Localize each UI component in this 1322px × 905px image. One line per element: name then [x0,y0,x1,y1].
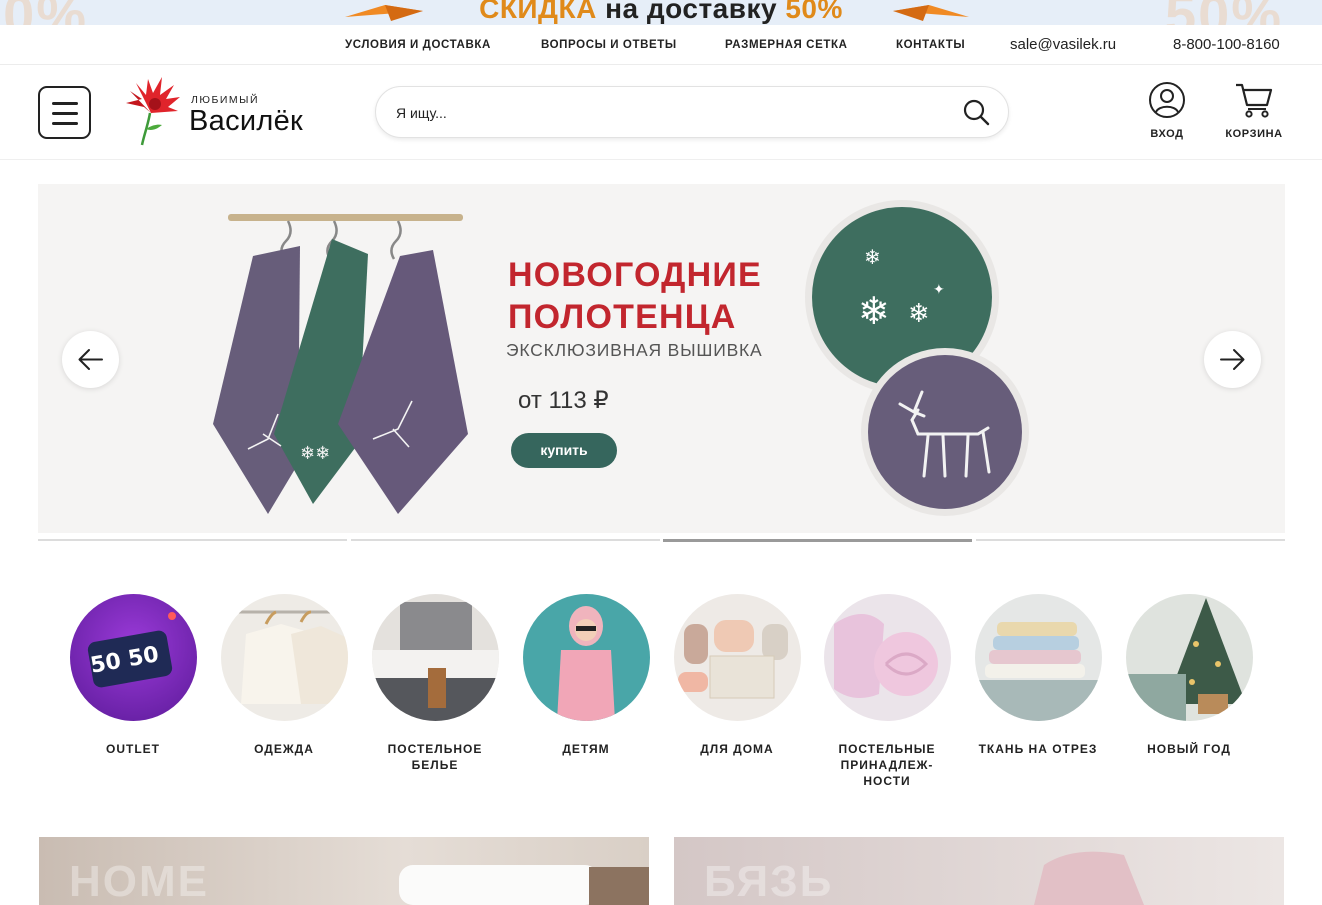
phone-link[interactable]: 8-800-100-8160 [1173,36,1280,53]
category-image [371,594,499,721]
svg-text:❄: ❄ [864,245,881,269]
promo-card-calico[interactable]: БЯЗЬ [674,837,1284,905]
pillow-image [1034,851,1144,905]
category-label: НОВЫЙ ГОД [1147,742,1231,756]
promo-middle: на доставку [596,0,786,24]
category-clothing[interactable]: ОДЕЖДА [214,594,354,757]
cart-label: КОРЗИНА [1225,128,1283,140]
category-label: ОДЕЖДА [254,742,314,756]
category-outlet[interactable]: 50 50 OUTLET [63,594,203,757]
buy-button[interactable]: купить [511,433,617,468]
category-image [974,594,1102,721]
category-label: ПОСТЕЛЬНЫЕ ПРИНАДЛЕЖ- НОСТИ [838,742,936,788]
card-word: БЯЗЬ [704,857,834,905]
svg-text:❄❄: ❄❄ [300,443,330,464]
category-image: 50 50 [69,594,197,721]
slider-prev-button[interactable] [62,331,119,388]
promo-strip[interactable]: 50% 50% СКИДКА на доставку 50% [0,0,1322,25]
towel-image [399,865,649,905]
category-fabric[interactable]: ТКАНЬ НА ОТРЕЗ [968,594,1108,757]
email-link[interactable]: sale@vasilek.ru [1010,36,1116,53]
card-word: HOME [69,857,209,905]
login-button[interactable]: ВХОД [1132,81,1202,140]
site-header: ЛЮБИМЫЙ Василёк ВХОД КОРЗИНА [0,65,1322,160]
promo-card-home[interactable]: HOME [39,837,649,905]
category-image [823,594,951,721]
category-image [220,594,348,721]
category-kids[interactable]: ДЕТЯМ [516,594,656,757]
cornflower-logo-icon[interactable] [122,77,182,147]
search-input[interactable] [396,101,936,125]
search-icon[interactable] [962,98,990,126]
promo-highlight: СКИДКА [479,0,597,24]
nav-link-size-chart[interactable]: РАЗМЕРНАЯ СЕТКА [725,39,847,51]
category-label: OUTLET [106,742,160,756]
category-new-year[interactable]: НОВЫЙ ГОД [1119,594,1259,757]
category-label: ТКАНЬ НА ОТРЕЗ [978,742,1098,756]
slider-dot-2[interactable] [351,539,660,541]
promo-percent: 50% [785,0,843,24]
menu-icon [52,112,78,115]
svg-text:✦: ✦ [933,282,945,298]
menu-icon [52,122,78,125]
search-bar [375,86,1009,138]
category-image [673,594,801,721]
banner-title-line2: ПОЛОТЕНЦА [508,298,737,336]
banner-title-line1: НОВОГОДНИЕ [508,256,762,294]
cart-icon [1236,83,1273,118]
slider-dot-1[interactable] [38,539,347,541]
nav-link-contacts[interactable]: КОНТАКТЫ [896,39,965,51]
svg-text:❄: ❄ [858,289,890,333]
banner-title: НОВОГОДНИЕ ПОЛОТЕНЦА [508,254,762,338]
banner-price: от 113 ₽ [518,387,609,414]
user-icon [1149,82,1185,118]
arrow-right-icon [1220,349,1245,370]
category-label: ПОСТЕЛЬНОЕ БЕЛЬЕ [387,742,483,772]
category-bedding-accessories[interactable]: ПОСТЕЛЬНЫЕ ПРИНАДЛЕЖ- НОСТИ [817,594,957,789]
logo-wordmark[interactable]: Василёк [189,105,303,138]
category-bedding[interactable]: ПОСТЕЛЬНОЕ БЕЛЬЕ [365,594,505,773]
slider-next-button[interactable] [1204,331,1261,388]
category-label: ДЕТЯМ [562,742,610,756]
nav-link-delivery[interactable]: УСЛОВИЯ И ДОСТАВКА [345,39,491,51]
menu-icon [52,102,78,105]
promo-text: СКИДКА на доставку 50% [0,0,1322,25]
slider-pagination [38,539,1285,542]
nav-link-faq[interactable]: ВОПРОСЫ И ОТВЕТЫ [541,39,677,51]
svg-text:❄: ❄ [908,299,930,329]
slider-dot-4[interactable] [976,539,1285,541]
arrow-left-icon [78,349,103,370]
cart-button[interactable]: КОРЗИНА [1219,81,1289,140]
category-label: ДЛЯ ДОМА [700,742,774,756]
category-home[interactable]: ДЛЯ ДОМА [667,594,807,757]
top-nav: УСЛОВИЯ И ДОСТАВКА ВОПРОСЫ И ОТВЕТЫ РАЗМ… [0,25,1322,65]
menu-button[interactable] [38,86,91,139]
category-image [1125,594,1253,721]
hero-banner[interactable]: ❄❄ ❄ ❄ ❄ ✦ НОВОГОДНИЕ ПОЛОТЕНЦА ЭКСКЛЮЗИ… [38,184,1285,533]
login-label: ВХОД [1150,128,1184,140]
slider-dot-3[interactable] [663,539,972,542]
banner-subtitle: ЭКСКЛЮЗИВНАЯ ВЫШИВКА [506,340,763,360]
category-image [522,594,650,721]
